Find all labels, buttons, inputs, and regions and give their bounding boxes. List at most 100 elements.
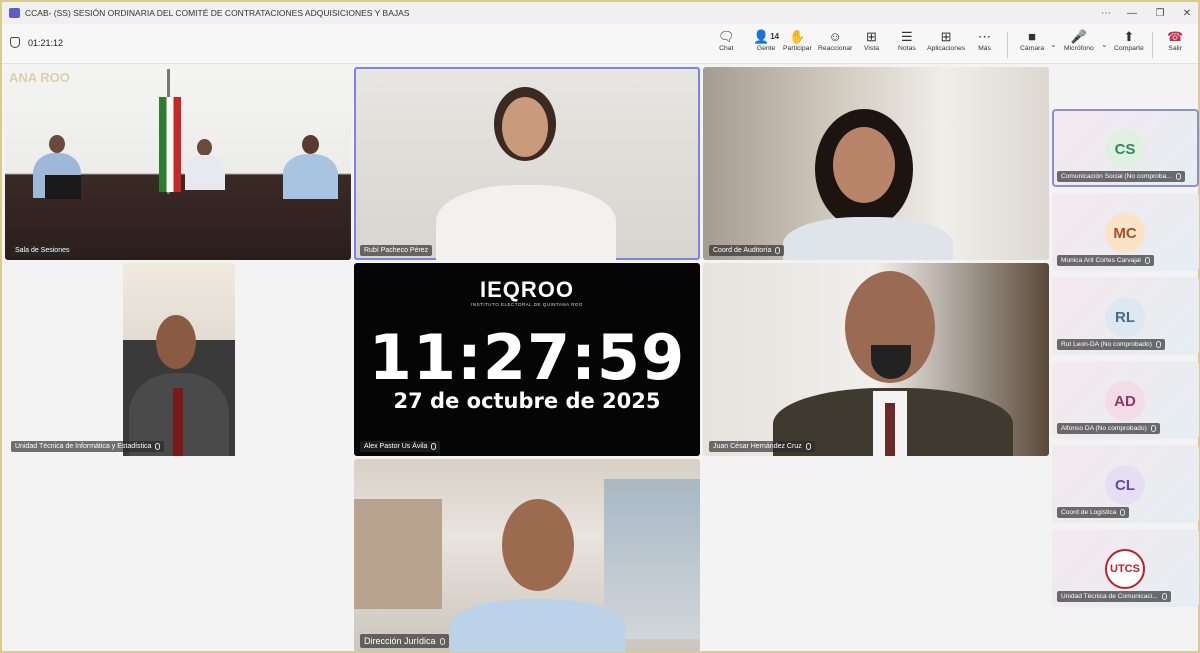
people-label: Gente <box>756 45 776 52</box>
chat-icon: 🗨 <box>718 29 735 44</box>
ieqroo-logo-subtitle: INSTITUTO ELECTORAL DE QUINTANA ROO <box>471 302 583 307</box>
people-button[interactable]: 👤 14 Gente <box>753 29 779 52</box>
avatar: MC <box>1105 213 1145 253</box>
video-tile-coord-auditoria[interactable]: Coord de Auditoría <box>703 67 1049 260</box>
participant-name: Juan César Hernández Cruz <box>713 443 802 450</box>
meeting-toolbar: 01:21:12 🗨 Chat 👤 14 Gente ✋ Participar ☺… <box>2 24 1198 64</box>
notes-button[interactable]: ☰ Notas <box>898 29 916 52</box>
participant-tile[interactable]: MC Monica Arit Cortes Carvajal <box>1052 193 1199 271</box>
participant-label: Comunicación Social (No comproba... <box>1057 171 1185 182</box>
flag <box>159 97 181 192</box>
person <box>783 217 953 260</box>
mic-icon <box>1175 173 1181 180</box>
maximize-button[interactable]: ❐ <box>1145 2 1175 24</box>
participant-tile[interactable]: UTCS Unidad Técnica de Comunicaci... <box>1052 529 1199 607</box>
share-button[interactable]: ⬆ Comparte <box>1114 29 1144 52</box>
chat-button[interactable]: 🗨 Chat <box>718 29 735 52</box>
participant-label: Rut Leon-DA (No comprobado) <box>1057 339 1165 350</box>
elapsed-time: 01:21:12 <box>28 37 64 48</box>
notes-label: Notas <box>898 45 916 52</box>
person <box>197 139 212 156</box>
video-tile-juan-cesar[interactable]: Juan César Hernández Cruz <box>703 263 1049 456</box>
person <box>49 135 65 153</box>
notes-icon: ☰ <box>901 29 913 44</box>
participant-label: Alfonso DA (No comprobado) <box>1057 423 1160 434</box>
participant-name: Monica Arit Cortes Carvajal <box>1061 257 1141 264</box>
apps-button[interactable]: ⊞ Aplicaciones <box>927 29 965 52</box>
video-feed <box>123 263 235 456</box>
avatar: RL <box>1105 297 1145 337</box>
camera-off-icon: ■ <box>1028 29 1037 44</box>
person <box>502 499 574 591</box>
video-tile-room[interactable]: ANA ROO Sala de Sesiones <box>5 67 351 260</box>
participant-label: Coord de Auditoría <box>709 245 785 256</box>
avatar: CS <box>1105 129 1145 169</box>
shield-icon <box>10 37 20 48</box>
participant-tile[interactable]: AD Alfonso DA (No comprobado) <box>1052 361 1199 439</box>
react-button[interactable]: ☺ Reaccionar <box>818 29 852 52</box>
person <box>450 599 625 652</box>
more-button[interactable]: ⋯ Más <box>978 29 991 52</box>
video-tile-direccion-juridica[interactable]: Dirección Jurídica <box>354 459 700 652</box>
mic-button[interactable]: 🎤 Micrófono <box>1064 29 1094 52</box>
smiley-icon: ☺ <box>828 29 842 44</box>
mic-label: Micrófono <box>1064 45 1094 52</box>
share-icon: ⬆ <box>1123 29 1135 44</box>
camera-label: Cámara <box>1020 45 1045 52</box>
participant-label: Alex Pastor Us Ávila <box>360 441 441 452</box>
raise-hand-button[interactable]: ✋ Participar <box>783 29 812 52</box>
avatar: CL <box>1105 465 1145 505</box>
toolbar-divider <box>1152 32 1153 58</box>
video-tile-alex-pastor[interactable]: IEQROO INSTITUTO ELECTORAL DE QUINTANA R… <box>354 263 700 456</box>
camera-options-chevron-icon[interactable]: ⌄ <box>1050 40 1057 49</box>
mic-off-icon: 🎤 <box>1070 29 1088 44</box>
participant-tile[interactable]: CS Comunicación Social (No comproba... <box>1052 109 1199 187</box>
leave-label: Salir <box>1168 45 1182 52</box>
person <box>283 154 338 199</box>
minimize-button[interactable]: — <box>1117 2 1147 24</box>
hang-up-icon: ☎ <box>1167 29 1184 44</box>
meeting-timer: 01:21:12 <box>10 37 63 48</box>
participant-name: Sala de Sesiones <box>15 247 70 254</box>
participant-name: Alex Pastor Us Ávila <box>364 443 428 450</box>
participant-label: Sala de Sesiones <box>11 245 74 256</box>
people-icon: 👤 14 <box>753 29 780 44</box>
raise-hand-label: Participar <box>783 45 812 52</box>
person <box>502 97 548 157</box>
person <box>302 135 319 154</box>
close-button[interactable]: ✕ <box>1172 2 1200 24</box>
participant-label: Rubí Pacheco Pérez <box>360 245 433 256</box>
tie <box>885 403 895 456</box>
more-label: Más <box>978 45 991 52</box>
video-tile-informatica[interactable]: Unidad Técnica de Informática y Estadíst… <box>5 263 351 456</box>
mic-icon <box>1155 341 1161 348</box>
view-button[interactable]: ⊞ Vista <box>864 29 879 52</box>
person <box>833 127 895 203</box>
participant-label: Unidad Técnica de Comunicaci... <box>1057 591 1171 602</box>
ieqroo-logo: IEQROO <box>479 277 574 302</box>
leave-button[interactable]: ☎ Salir <box>1167 29 1183 52</box>
title-bar: CCAB- (SS) SESIÓN ORDINARIA DEL COMITÉ D… <box>2 2 1198 24</box>
avatar: AD <box>1105 381 1145 421</box>
camera-button[interactable]: ■ Cámara <box>1020 29 1044 52</box>
add-app-icon: ⊞ <box>940 29 952 44</box>
participant-label: Coord de Logística <box>1057 507 1130 518</box>
mic-icon <box>1144 257 1150 264</box>
participant-tile[interactable]: RL Rut Leon-DA (No comprobado) <box>1052 277 1199 355</box>
participant-tile[interactable]: CL Coord de Logística <box>1052 445 1199 523</box>
mic-icon <box>431 443 437 450</box>
hand-icon: ✋ <box>789 29 806 44</box>
person <box>156 315 196 369</box>
toolbar-divider <box>1007 32 1008 58</box>
chat-label: Chat <box>719 45 734 52</box>
mic-icon <box>775 247 781 254</box>
participant-name: Coord de Logística <box>1061 509 1117 516</box>
mic-icon <box>805 443 811 450</box>
mic-icon <box>155 443 161 450</box>
participant-label: Monica Arit Cortes Carvajal <box>1057 255 1154 266</box>
apps-label: Aplicaciones <box>927 45 966 52</box>
mic-options-chevron-icon[interactable]: ⌄ <box>1101 40 1108 49</box>
video-tile-rubi-pacheco[interactable]: Rubí Pacheco Pérez <box>354 67 700 260</box>
participant-name: Unidad Técnica de Informática y Estadíst… <box>15 443 152 450</box>
clock-time: 11:27:59 <box>368 321 686 394</box>
